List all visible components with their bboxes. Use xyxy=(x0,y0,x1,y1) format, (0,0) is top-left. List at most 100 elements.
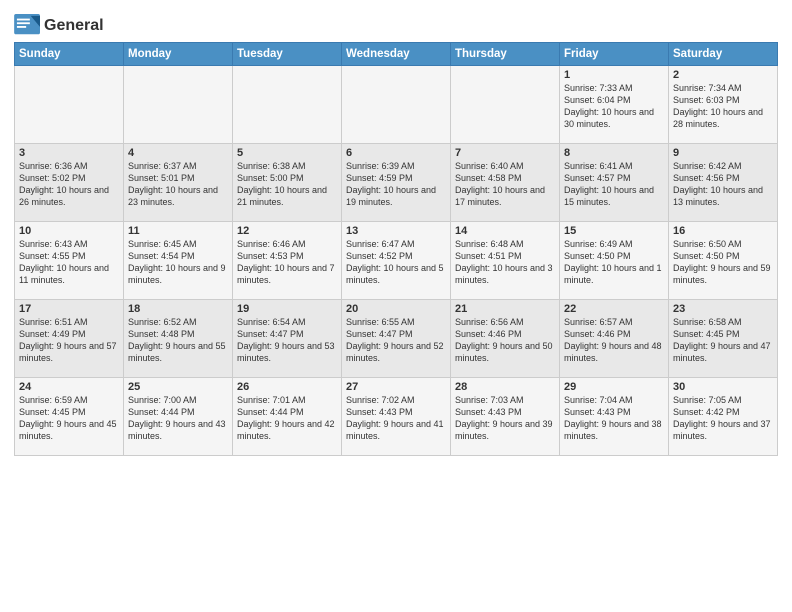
day-number: 8 xyxy=(564,147,664,159)
day-number: 14 xyxy=(455,225,555,237)
day-info: Sunrise: 7:34 AM Sunset: 6:03 PM Dayligh… xyxy=(673,82,773,131)
calendar-cell: 23Sunrise: 6:58 AM Sunset: 4:45 PM Dayli… xyxy=(669,300,778,378)
day-number: 9 xyxy=(673,147,773,159)
day-info: Sunrise: 6:52 AM Sunset: 4:48 PM Dayligh… xyxy=(128,316,228,365)
day-info: Sunrise: 6:42 AM Sunset: 4:56 PM Dayligh… xyxy=(673,160,773,209)
day-info: Sunrise: 6:56 AM Sunset: 4:46 PM Dayligh… xyxy=(455,316,555,365)
day-number: 22 xyxy=(564,303,664,315)
calendar-cell: 17Sunrise: 6:51 AM Sunset: 4:49 PM Dayli… xyxy=(15,300,124,378)
day-number: 21 xyxy=(455,303,555,315)
day-info: Sunrise: 6:49 AM Sunset: 4:50 PM Dayligh… xyxy=(564,238,664,287)
calendar-cell: 30Sunrise: 7:05 AM Sunset: 4:42 PM Dayli… xyxy=(669,378,778,456)
day-number: 10 xyxy=(19,225,119,237)
day-info: Sunrise: 6:43 AM Sunset: 4:55 PM Dayligh… xyxy=(19,238,119,287)
day-number: 7 xyxy=(455,147,555,159)
day-info: Sunrise: 6:47 AM Sunset: 4:52 PM Dayligh… xyxy=(346,238,446,287)
day-info: Sunrise: 6:48 AM Sunset: 4:51 PM Dayligh… xyxy=(455,238,555,287)
logo-text: General xyxy=(44,17,104,35)
day-number: 18 xyxy=(128,303,228,315)
calendar-cell: 21Sunrise: 6:56 AM Sunset: 4:46 PM Dayli… xyxy=(451,300,560,378)
calendar-header: SundayMondayTuesdayWednesdayThursdayFrid… xyxy=(15,43,778,66)
day-number: 20 xyxy=(346,303,446,315)
weekday-header-sunday: Sunday xyxy=(15,43,124,66)
calendar-cell: 19Sunrise: 6:54 AM Sunset: 4:47 PM Dayli… xyxy=(233,300,342,378)
weekday-header-thursday: Thursday xyxy=(451,43,560,66)
calendar-cell: 22Sunrise: 6:57 AM Sunset: 4:46 PM Dayli… xyxy=(560,300,669,378)
calendar-body: 1Sunrise: 7:33 AM Sunset: 6:04 PM Daylig… xyxy=(15,66,778,456)
calendar-cell xyxy=(15,66,124,144)
day-number: 30 xyxy=(673,381,773,393)
calendar-cell: 2Sunrise: 7:34 AM Sunset: 6:03 PM Daylig… xyxy=(669,66,778,144)
calendar-cell: 29Sunrise: 7:04 AM Sunset: 4:43 PM Dayli… xyxy=(560,378,669,456)
day-number: 15 xyxy=(564,225,664,237)
day-number: 26 xyxy=(237,381,337,393)
calendar-cell: 28Sunrise: 7:03 AM Sunset: 4:43 PM Dayli… xyxy=(451,378,560,456)
calendar-cell: 18Sunrise: 6:52 AM Sunset: 4:48 PM Dayli… xyxy=(124,300,233,378)
day-number: 6 xyxy=(346,147,446,159)
weekday-header-monday: Monday xyxy=(124,43,233,66)
day-info: Sunrise: 7:00 AM Sunset: 4:44 PM Dayligh… xyxy=(128,394,228,443)
calendar-cell: 27Sunrise: 7:02 AM Sunset: 4:43 PM Dayli… xyxy=(342,378,451,456)
day-number: 3 xyxy=(19,147,119,159)
day-info: Sunrise: 7:01 AM Sunset: 4:44 PM Dayligh… xyxy=(237,394,337,443)
day-info: Sunrise: 7:02 AM Sunset: 4:43 PM Dayligh… xyxy=(346,394,446,443)
page-container: General SundayMondayTuesdayWednesdayThur… xyxy=(0,0,792,462)
day-info: Sunrise: 7:05 AM Sunset: 4:42 PM Dayligh… xyxy=(673,394,773,443)
day-info: Sunrise: 6:39 AM Sunset: 4:59 PM Dayligh… xyxy=(346,160,446,209)
day-info: Sunrise: 6:41 AM Sunset: 4:57 PM Dayligh… xyxy=(564,160,664,209)
day-info: Sunrise: 6:45 AM Sunset: 4:54 PM Dayligh… xyxy=(128,238,228,287)
day-info: Sunrise: 6:37 AM Sunset: 5:01 PM Dayligh… xyxy=(128,160,228,209)
calendar-cell: 20Sunrise: 6:55 AM Sunset: 4:47 PM Dayli… xyxy=(342,300,451,378)
calendar-cell xyxy=(233,66,342,144)
day-number: 25 xyxy=(128,381,228,393)
calendar-cell: 1Sunrise: 7:33 AM Sunset: 6:04 PM Daylig… xyxy=(560,66,669,144)
calendar-cell xyxy=(451,66,560,144)
day-info: Sunrise: 7:33 AM Sunset: 6:04 PM Dayligh… xyxy=(564,82,664,131)
calendar-cell: 14Sunrise: 6:48 AM Sunset: 4:51 PM Dayli… xyxy=(451,222,560,300)
day-info: Sunrise: 6:59 AM Sunset: 4:45 PM Dayligh… xyxy=(19,394,119,443)
day-number: 12 xyxy=(237,225,337,237)
calendar-cell: 3Sunrise: 6:36 AM Sunset: 5:02 PM Daylig… xyxy=(15,144,124,222)
day-number: 19 xyxy=(237,303,337,315)
header: General xyxy=(14,10,778,38)
weekday-header-friday: Friday xyxy=(560,43,669,66)
calendar-cell: 15Sunrise: 6:49 AM Sunset: 4:50 PM Dayli… xyxy=(560,222,669,300)
calendar-cell: 9Sunrise: 6:42 AM Sunset: 4:56 PM Daylig… xyxy=(669,144,778,222)
day-info: Sunrise: 6:58 AM Sunset: 4:45 PM Dayligh… xyxy=(673,316,773,365)
calendar-cell: 26Sunrise: 7:01 AM Sunset: 4:44 PM Dayli… xyxy=(233,378,342,456)
calendar-cell: 24Sunrise: 6:59 AM Sunset: 4:45 PM Dayli… xyxy=(15,378,124,456)
calendar-cell: 13Sunrise: 6:47 AM Sunset: 4:52 PM Dayli… xyxy=(342,222,451,300)
day-number: 2 xyxy=(673,69,773,81)
day-number: 28 xyxy=(455,381,555,393)
day-number: 5 xyxy=(237,147,337,159)
day-info: Sunrise: 6:50 AM Sunset: 4:50 PM Dayligh… xyxy=(673,238,773,287)
calendar-week-4: 17Sunrise: 6:51 AM Sunset: 4:49 PM Dayli… xyxy=(15,300,778,378)
day-number: 1 xyxy=(564,69,664,81)
day-number: 13 xyxy=(346,225,446,237)
day-info: Sunrise: 7:04 AM Sunset: 4:43 PM Dayligh… xyxy=(564,394,664,443)
day-number: 23 xyxy=(673,303,773,315)
calendar-week-3: 10Sunrise: 6:43 AM Sunset: 4:55 PM Dayli… xyxy=(15,222,778,300)
day-info: Sunrise: 6:36 AM Sunset: 5:02 PM Dayligh… xyxy=(19,160,119,209)
day-info: Sunrise: 6:51 AM Sunset: 4:49 PM Dayligh… xyxy=(19,316,119,365)
day-number: 17 xyxy=(19,303,119,315)
logo: General xyxy=(14,14,104,38)
day-info: Sunrise: 6:38 AM Sunset: 5:00 PM Dayligh… xyxy=(237,160,337,209)
calendar-cell: 25Sunrise: 7:00 AM Sunset: 4:44 PM Dayli… xyxy=(124,378,233,456)
day-info: Sunrise: 6:46 AM Sunset: 4:53 PM Dayligh… xyxy=(237,238,337,287)
calendar-cell: 4Sunrise: 6:37 AM Sunset: 5:01 PM Daylig… xyxy=(124,144,233,222)
calendar-cell xyxy=(124,66,233,144)
calendar-cell: 5Sunrise: 6:38 AM Sunset: 5:00 PM Daylig… xyxy=(233,144,342,222)
weekday-header-saturday: Saturday xyxy=(669,43,778,66)
calendar-cell: 10Sunrise: 6:43 AM Sunset: 4:55 PM Dayli… xyxy=(15,222,124,300)
logo-icon xyxy=(14,14,42,38)
calendar-week-2: 3Sunrise: 6:36 AM Sunset: 5:02 PM Daylig… xyxy=(15,144,778,222)
day-info: Sunrise: 6:57 AM Sunset: 4:46 PM Dayligh… xyxy=(564,316,664,365)
weekday-header-row: SundayMondayTuesdayWednesdayThursdayFrid… xyxy=(15,43,778,66)
calendar-cell: 12Sunrise: 6:46 AM Sunset: 4:53 PM Dayli… xyxy=(233,222,342,300)
weekday-header-wednesday: Wednesday xyxy=(342,43,451,66)
calendar-cell: 16Sunrise: 6:50 AM Sunset: 4:50 PM Dayli… xyxy=(669,222,778,300)
day-number: 16 xyxy=(673,225,773,237)
day-number: 27 xyxy=(346,381,446,393)
day-number: 29 xyxy=(564,381,664,393)
